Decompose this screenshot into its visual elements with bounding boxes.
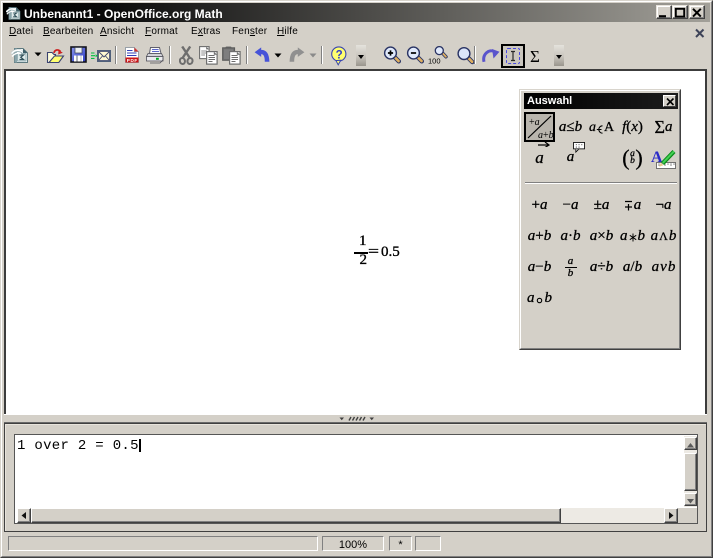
svg-text:a+b: a+b: [538, 130, 553, 140]
svg-text:100: 100: [428, 57, 441, 66]
svg-text:Σ: Σ: [530, 47, 540, 65]
svg-text:PDF: PDF: [127, 58, 138, 63]
svg-text:+a: +a: [529, 117, 540, 128]
svg-text:?: ?: [336, 49, 343, 61]
